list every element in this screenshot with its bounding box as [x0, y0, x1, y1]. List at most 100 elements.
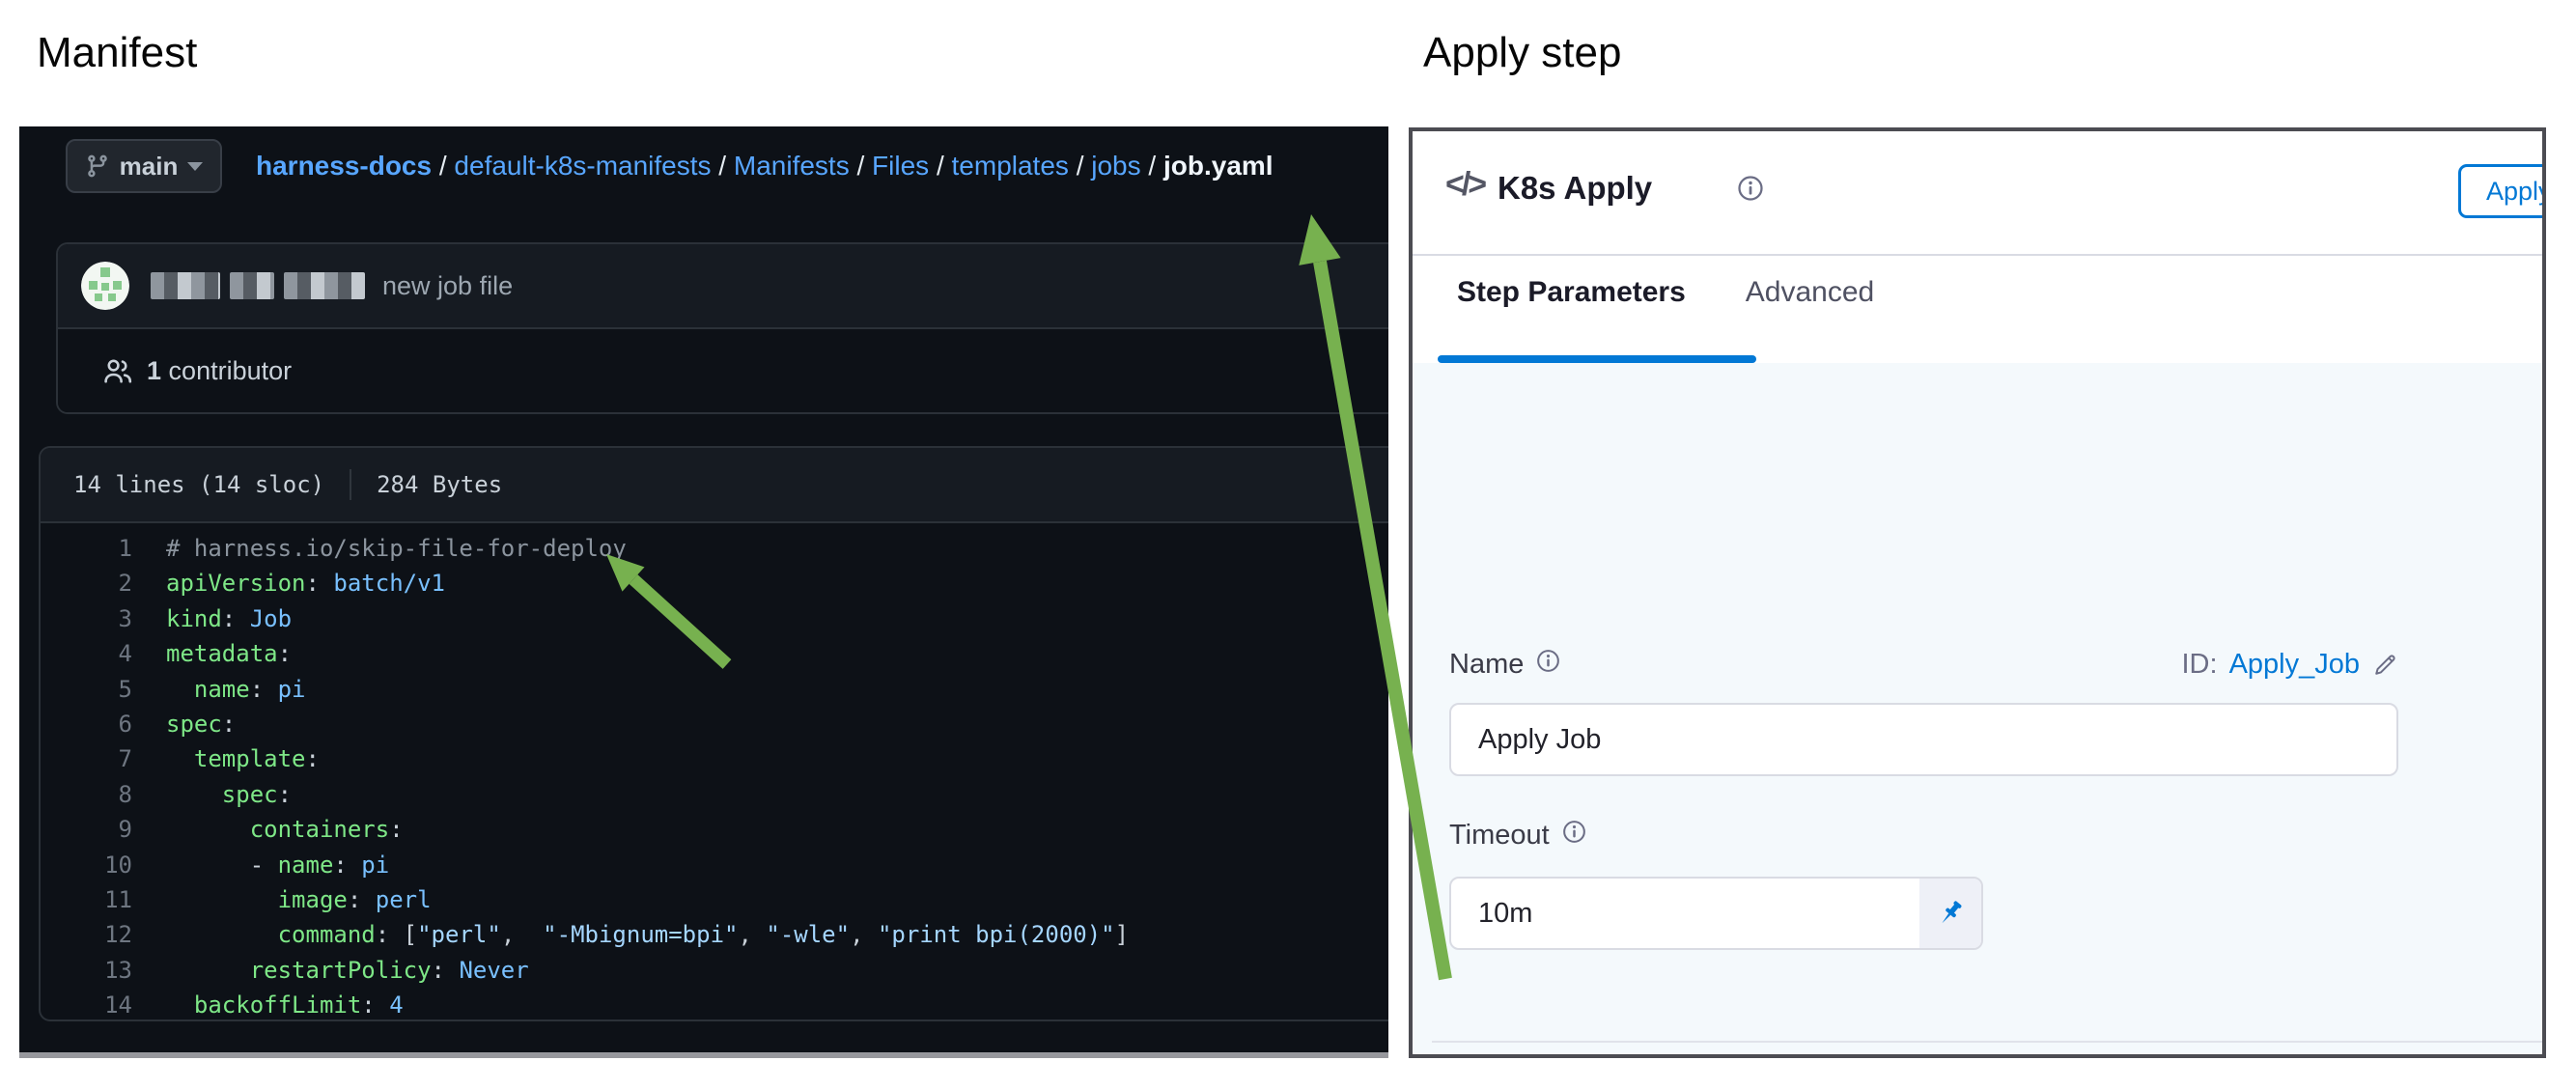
redacted-username: [151, 272, 365, 299]
page: Manifest Apply step main harness-docs / …: [0, 0, 2576, 1089]
code-line: 11 image: perl: [41, 882, 1388, 917]
code-line: 6 spec:: [41, 707, 1388, 741]
commit-box: new job file 1 contributor: [56, 242, 1388, 414]
active-tab-underline: [1438, 355, 1756, 363]
code-line: 1 # harness.io/skip-file-for-deploy: [41, 531, 1388, 566]
line-number[interactable]: 3: [41, 601, 132, 636]
info-icon[interactable]: [1736, 174, 1765, 208]
code-line: 14 backoffLimit: 4: [41, 988, 1388, 1021]
right-figure-title: Apply step: [1423, 29, 1621, 77]
code-text: # harness.io/skip-file-for-deploy: [166, 531, 627, 566]
contributors-label: 1 contributor: [147, 356, 292, 386]
step-panel-header: </> K8s Apply Apply: [1413, 131, 2542, 254]
code-line: 9 containers:: [41, 812, 1388, 847]
code-text: restartPolicy: Never: [166, 953, 529, 988]
divider: [1413, 254, 2542, 256]
id-label: ID:: [2182, 649, 2218, 681]
line-number[interactable]: 5: [41, 672, 132, 707]
file-blob-header: 14 lines (14 sloc) 284 Bytes: [41, 448, 1388, 523]
timeout-input[interactable]: 10m: [1449, 877, 1983, 950]
line-number[interactable]: 7: [41, 741, 132, 776]
line-number[interactable]: 4: [41, 636, 132, 671]
code-line: 4 metadata:: [41, 636, 1388, 671]
id-value-link[interactable]: Apply_Job: [2229, 649, 2360, 681]
code-text: metadata:: [166, 636, 292, 671]
code-line: 3 kind: Job: [41, 601, 1388, 636]
pin-toggle[interactable]: [1919, 879, 1981, 948]
breadcrumb-segment[interactable]: jobs: [1091, 151, 1140, 182]
breadcrumb-separator: /: [1069, 151, 1091, 182]
info-icon[interactable]: [1561, 819, 1587, 852]
line-number[interactable]: 12: [41, 917, 132, 952]
step-parameters-content: Name ID: Apply_Job: [1413, 363, 2542, 1054]
edit-pencil-icon[interactable]: [2371, 652, 2398, 679]
avatar[interactable]: [81, 262, 129, 310]
breadcrumb-segment[interactable]: default-k8s-manifests: [454, 151, 711, 182]
file-size-stat: 284 Bytes: [377, 471, 502, 498]
breadcrumb-segment[interactable]: harness-docs: [256, 151, 432, 182]
code-text: name: pi: [166, 672, 306, 707]
code-line: 7 template:: [41, 741, 1388, 776]
code-text: apiVersion: batch/v1: [166, 566, 445, 600]
code-line: 12 command: ["perl", "-Mbignum=bpi", "-w…: [41, 917, 1388, 952]
breadcrumb-segment[interactable]: Manifests: [734, 151, 850, 182]
branch-selector-button[interactable]: main: [66, 139, 222, 193]
code-text: spec:: [166, 707, 236, 741]
timeout-label: Timeout: [1449, 819, 1587, 852]
code-text: - name: pi: [166, 848, 389, 882]
line-number[interactable]: 2: [41, 566, 132, 600]
section-divider: [1432, 1041, 2542, 1043]
code-line: 13 restartPolicy: Never: [41, 953, 1388, 988]
line-number[interactable]: 8: [41, 777, 132, 812]
code-text: image: perl: [166, 882, 432, 917]
code-line: 8 spec:: [41, 777, 1388, 812]
file-blob-box: 14 lines (14 sloc) 284 Bytes 1 # harness.…: [39, 446, 1388, 1021]
apply-button[interactable]: Apply: [2458, 164, 2546, 218]
tab-step-parameters[interactable]: Step Parameters: [1457, 276, 1686, 309]
people-icon: [102, 355, 133, 386]
tab-bar: Step Parameters Advanced: [1457, 276, 1874, 309]
line-number[interactable]: 6: [41, 707, 132, 741]
line-number[interactable]: 1: [41, 531, 132, 566]
branch-name: main: [120, 152, 179, 182]
code-text: command: ["perl", "-Mbignum=bpi", "-wle"…: [166, 917, 1129, 952]
code-line: 5 name: pi: [41, 672, 1388, 707]
name-id-row: Name ID: Apply_Job: [1449, 648, 2398, 682]
code-text: backoffLimit: 4: [166, 988, 404, 1021]
line-number[interactable]: 11: [41, 882, 132, 917]
k8s-apply-step-panel: </> K8s Apply Apply Step Parameters Advan…: [1409, 127, 2546, 1058]
breadcrumb-separator: /: [1141, 151, 1163, 182]
breadcrumb-segment[interactable]: Files: [872, 151, 929, 182]
breadcrumb-separator: /: [850, 151, 872, 182]
breadcrumb-current-file: job.yaml: [1163, 151, 1274, 182]
horizontal-scrollbar[interactable]: [19, 1052, 1388, 1058]
info-icon[interactable]: [1535, 648, 1561, 682]
tab-advanced[interactable]: Advanced: [1746, 276, 1874, 309]
contributors-row[interactable]: 1 contributor: [58, 329, 1388, 412]
code-lines: 1 # harness.io/skip-file-for-deploy 2 apiVe…: [41, 531, 1388, 1019]
git-branch-icon: [85, 154, 110, 179]
latest-commit-row[interactable]: new job file: [58, 244, 1388, 329]
breadcrumb-separator: /: [929, 151, 951, 182]
code-text: containers:: [166, 812, 404, 847]
step-id-group: ID: Apply_Job: [2182, 649, 2399, 681]
line-number[interactable]: 10: [41, 848, 132, 882]
code-text: kind: Job: [166, 601, 292, 636]
breadcrumb-separator: /: [432, 151, 454, 182]
line-number[interactable]: 13: [41, 953, 132, 988]
code-text: spec:: [166, 777, 292, 812]
code-text: template:: [166, 741, 320, 776]
code-line: 2 apiVersion: batch/v1: [41, 566, 1388, 600]
file-lines-stat: 14 lines (14 sloc): [73, 471, 324, 498]
line-number[interactable]: 9: [41, 812, 132, 847]
line-number[interactable]: 14: [41, 988, 132, 1021]
divider: [350, 469, 351, 500]
breadcrumb-segment[interactable]: templates: [952, 151, 1069, 182]
name-input[interactable]: Apply Job: [1449, 703, 2398, 776]
chevron-down-icon: [187, 162, 203, 171]
commit-message[interactable]: new job file: [382, 271, 513, 301]
breadcrumb: harness-docs / default-k8s-manifests / M…: [256, 139, 1274, 193]
code-line: 10 - name: pi: [41, 848, 1388, 882]
github-file-panel: main harness-docs / default-k8s-manifest…: [19, 126, 1388, 1058]
left-figure-title: Manifest: [37, 29, 197, 77]
